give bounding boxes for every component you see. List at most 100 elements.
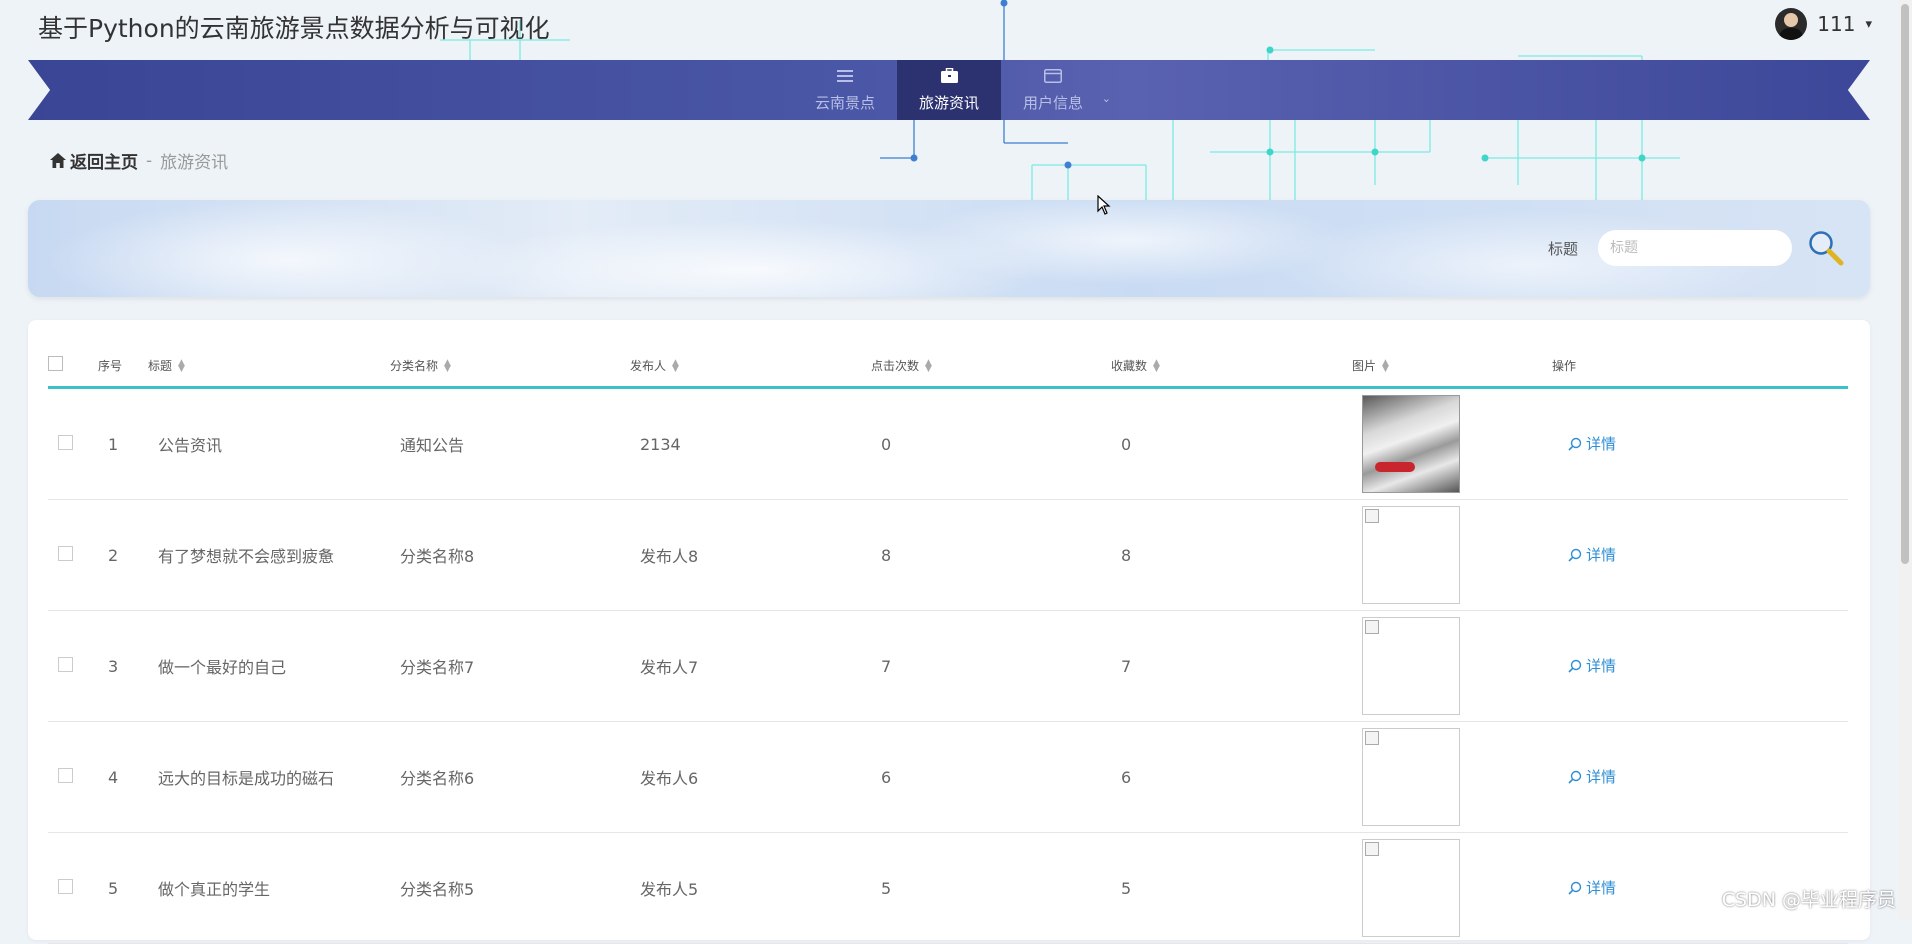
sort-icon[interactable]: ▲ ▼ (178, 359, 185, 374)
cell-index: 4 (98, 721, 148, 833)
sort-icon[interactable]: ▲ ▼ (672, 359, 679, 374)
breadcrumb-separator: - (146, 150, 153, 171)
cell-favorites: 6 (1111, 721, 1352, 833)
header-label: 操作 (1552, 358, 1577, 373)
header-category[interactable]: 分类名称 ▲ ▼ (390, 344, 630, 389)
app-title: 基于Python的云南旅游景点数据分析与可视化 (38, 14, 550, 43)
detail-label: 详情 (1586, 435, 1617, 454)
cell-category: 分类名称6 (390, 721, 630, 833)
row-select[interactable] (48, 387, 98, 500)
header-image[interactable]: 图片 ▲ ▼ (1352, 344, 1552, 389)
header-favorites[interactable]: 收藏数 ▲ ▼ (1111, 344, 1352, 389)
header-label: 点击次数 (871, 358, 920, 373)
row-checkbox[interactable] (58, 767, 73, 783)
breadcrumb-current: 旅游资讯 (160, 153, 229, 173)
cell-category: 分类名称8 (390, 499, 630, 611)
cell-actions: 详情 (1552, 499, 1848, 611)
detail-button[interactable]: 详情 (1568, 877, 1616, 898)
cell-publisher: 2134 (630, 387, 871, 500)
breadcrumb-home[interactable]: 返回主页 (50, 148, 138, 173)
detail-button[interactable]: 详情 (1568, 655, 1616, 676)
cell-title: 远大的目标是成功的磁石 (148, 721, 390, 833)
search-panel: 标题 (28, 200, 1870, 297)
cell-title: 做个真正的学生 (148, 832, 390, 944)
nav-item-scenic-spots[interactable]: 云南景点 (793, 60, 897, 120)
detail-button[interactable]: 详情 (1568, 544, 1616, 565)
news-image (1362, 395, 1460, 493)
cell-publisher: 发布人7 (630, 610, 871, 722)
detail-label: 详情 (1586, 657, 1617, 676)
chevron-down-icon[interactable]: ⌄ (1102, 92, 1111, 105)
detail-label: 详情 (1586, 768, 1617, 787)
detail-button[interactable]: 详情 (1568, 433, 1616, 454)
detail-button[interactable]: 详情 (1568, 766, 1616, 787)
search-icon[interactable] (1806, 228, 1846, 268)
cell-actions: 详情 (1552, 721, 1848, 833)
news-image (1362, 839, 1460, 937)
table-header-row: 序号 标题 ▲ ▼ 分类名称 ▲ ▼ 发布人 ▲ ▼ 点击次数 ▲ ▼ 收藏数 ▲ ▼ 图片 ▲ ▼ 操… (48, 344, 1848, 389)
cell-index: 2 (98, 499, 148, 611)
sort-icon[interactable]: ▲ ▼ (1382, 359, 1389, 374)
main-nav: 云南景点 旅游资讯 用户信息 ⌄ (28, 60, 1870, 120)
news-table: 序号 标题 ▲ ▼ 分类名称 ▲ ▼ 发布人 ▲ ▼ 点击次数 ▲ ▼ 收藏数 ▲ ▼ 图片 ▲ ▼ 操… (48, 344, 1848, 944)
page-scrollbar[interactable] (1898, 0, 1912, 920)
header-actions: 操作 (1552, 344, 1848, 389)
broken-image-icon (1365, 509, 1379, 523)
table-row: 2 有了梦想就不会感到疲惫 分类名称8 发布人8 8 8 详情 (48, 499, 1848, 611)
sort-icon[interactable]: ▲ ▼ (1153, 359, 1160, 374)
row-checkbox[interactable] (58, 878, 73, 894)
table-row: 3 做一个最好的自己 分类名称7 发布人7 7 7 详情 (48, 610, 1848, 722)
cell-title: 公告资讯 (148, 387, 390, 500)
search-input[interactable] (1598, 230, 1792, 266)
zoom-icon (1568, 881, 1582, 895)
row-checkbox[interactable] (58, 434, 73, 450)
cell-image (1352, 499, 1552, 611)
card-icon (1044, 68, 1062, 88)
chevron-down-icon[interactable]: ▾ (1865, 17, 1872, 32)
header-select-all[interactable] (48, 344, 98, 389)
cell-favorites: 8 (1111, 499, 1352, 611)
news-image (1362, 617, 1460, 715)
zoom-icon (1568, 770, 1582, 784)
row-select[interactable] (48, 499, 98, 611)
row-checkbox[interactable] (58, 545, 73, 561)
row-checkbox[interactable] (58, 656, 73, 672)
zoom-icon (1568, 437, 1582, 451)
header-publisher[interactable]: 发布人 ▲ ▼ (630, 344, 871, 389)
cell-favorites: 5 (1111, 832, 1352, 944)
cell-clicks: 7 (871, 610, 1111, 722)
cell-clicks: 5 (871, 832, 1111, 944)
cell-image (1352, 387, 1552, 500)
user-name[interactable]: 111 (1817, 12, 1855, 36)
row-select[interactable] (48, 832, 98, 944)
zoom-icon (1568, 548, 1582, 562)
cell-clicks: 0 (871, 387, 1111, 500)
select-all-checkbox[interactable] (48, 356, 63, 371)
scrollbar-thumb[interactable] (1901, 4, 1909, 564)
detail-label: 详情 (1586, 546, 1617, 565)
row-select[interactable] (48, 610, 98, 722)
sort-icon[interactable]: ▲ ▼ (925, 359, 932, 374)
header-clicks[interactable]: 点击次数 ▲ ▼ (871, 344, 1111, 389)
mouse-cursor-icon (1097, 195, 1111, 215)
header-label: 发布人 (630, 358, 667, 373)
row-select[interactable] (48, 721, 98, 833)
cell-index: 3 (98, 610, 148, 722)
user-menu[interactable]: 111 ▾ (1775, 8, 1872, 40)
breadcrumb-home-label[interactable]: 返回主页 (70, 148, 138, 173)
sort-icon[interactable]: ▲ ▼ (444, 359, 451, 374)
news-image (1362, 728, 1460, 826)
header-label: 分类名称 (390, 358, 439, 373)
cell-favorites: 0 (1111, 387, 1352, 500)
nav-item-travel-news[interactable]: 旅游资讯 (897, 60, 1001, 120)
avatar[interactable] (1775, 8, 1808, 40)
nav-item-user-info[interactable]: 用户信息 ⌄ (1001, 60, 1111, 120)
cell-actions: 详情 (1552, 610, 1848, 722)
briefcase-icon (940, 67, 958, 88)
home-icon (50, 153, 66, 168)
cell-publisher: 发布人5 (630, 832, 871, 944)
zoom-icon (1568, 659, 1582, 673)
cell-image (1352, 610, 1552, 722)
header-title[interactable]: 标题 ▲ ▼ (148, 344, 390, 389)
cell-category: 通知公告 (390, 387, 630, 500)
